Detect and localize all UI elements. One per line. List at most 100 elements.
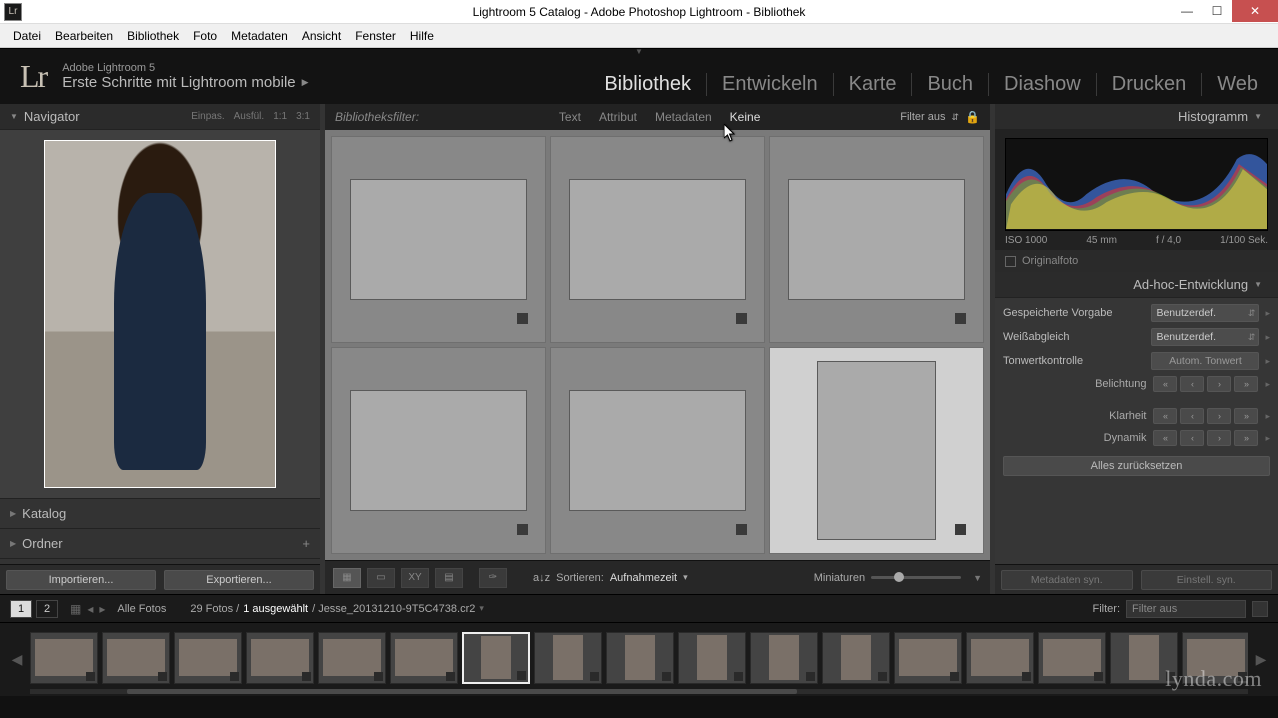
compare-view-icon[interactable]: XY xyxy=(401,568,429,588)
wb-arrow-icon[interactable]: ▸ xyxy=(1265,332,1270,343)
reset-all-button[interactable]: Alles zurücksetzen xyxy=(1003,456,1270,476)
filmstrip-item-7[interactable] xyxy=(534,632,602,684)
histogram-display[interactable] xyxy=(1005,138,1268,231)
filmstrip-item-6[interactable] xyxy=(462,632,530,684)
whitebalance-dropdown[interactable]: Benutzerdef. xyxy=(1151,328,1259,346)
nav-zoom-2[interactable]: 1:1 xyxy=(273,111,287,122)
navigator-header[interactable]: ▼ Navigator Einpas.Ausfül.1:13:1 xyxy=(0,104,320,130)
exposure-inc[interactable]: › xyxy=(1207,376,1231,392)
fwd-icon[interactable]: ▸ xyxy=(99,602,105,616)
vibrance-dec2[interactable]: « xyxy=(1153,430,1177,446)
grid-cell-5[interactable] xyxy=(769,347,984,554)
export-button[interactable]: Exportieren... xyxy=(164,570,314,590)
monitor-1-tab[interactable]: 1 xyxy=(10,600,32,618)
grid-cell-1[interactable] xyxy=(550,136,765,343)
vibrance-arrow-icon[interactable]: ▸ xyxy=(1265,433,1270,444)
filmstrip-scrollbar[interactable] xyxy=(30,689,1248,694)
grid-cell-3[interactable] xyxy=(331,347,546,554)
menu-fenster[interactable]: Fenster xyxy=(348,29,403,43)
filter-tab-text[interactable]: Text xyxy=(559,110,581,124)
grid-cell-0[interactable] xyxy=(331,136,546,343)
filmstrip-item-14[interactable] xyxy=(1038,632,1106,684)
preset-dropdown[interactable]: Benutzerdef. xyxy=(1151,304,1259,322)
vibrance-inc[interactable]: › xyxy=(1207,430,1231,446)
minimize-button[interactable]: — xyxy=(1172,0,1202,22)
panel-katalog[interactable]: ▶Katalog xyxy=(0,498,320,528)
lock-icon[interactable]: 🔒 xyxy=(965,110,980,124)
filmstrip-item-0[interactable] xyxy=(30,632,98,684)
grid-cell-4[interactable] xyxy=(550,347,765,554)
import-button[interactable]: Importieren... xyxy=(6,570,156,590)
filmstrip-item-8[interactable] xyxy=(606,632,674,684)
filmstrip-item-1[interactable] xyxy=(102,632,170,684)
menu-bearbeiten[interactable]: Bearbeiten xyxy=(48,29,120,43)
painter-icon[interactable]: ✑ xyxy=(479,568,507,588)
filmstrip-item-13[interactable] xyxy=(966,632,1034,684)
menu-foto[interactable]: Foto xyxy=(186,29,224,43)
thumbnail-size-slider[interactable] xyxy=(871,576,961,579)
exposure-dec2[interactable]: « xyxy=(1153,376,1177,392)
grid-cell-2[interactable] xyxy=(769,136,984,343)
sort-control[interactable]: a↓z Sortieren: Aufnahmezeit ▾ xyxy=(533,572,688,584)
tone-arrow-icon[interactable]: ▸ xyxy=(1265,356,1270,367)
exposure-inc2[interactable]: » xyxy=(1234,376,1258,392)
menu-bibliothek[interactable]: Bibliothek xyxy=(120,29,186,43)
sync-metadata-button[interactable]: Metadaten syn. xyxy=(1001,570,1133,590)
filmstrip-item-2[interactable] xyxy=(174,632,242,684)
filmstrip-left-nav[interactable]: ◀ xyxy=(10,630,24,690)
menu-datei[interactable]: Datei xyxy=(6,29,48,43)
original-photo-row[interactable]: Originalfoto xyxy=(995,250,1278,272)
clarity-dec[interactable]: ‹ xyxy=(1180,408,1204,424)
original-checkbox[interactable] xyxy=(1005,256,1016,267)
loupe-view-icon[interactable]: ▭ xyxy=(367,568,395,588)
sync-settings-button[interactable]: Einstell. syn. xyxy=(1141,570,1273,590)
filter-tab-attribut[interactable]: Attribut xyxy=(599,110,637,124)
filmstrip-item-3[interactable] xyxy=(246,632,314,684)
auto-tone-button[interactable]: Autom. Tonwert xyxy=(1151,352,1259,370)
menu-metadaten[interactable]: Metadaten xyxy=(224,29,295,43)
nav-zoom-0[interactable]: Einpas. xyxy=(191,111,224,122)
menu-ansicht[interactable]: Ansicht xyxy=(295,29,348,43)
filmstrip-item-10[interactable] xyxy=(750,632,818,684)
filter-tab-keine[interactable]: Keine xyxy=(730,110,761,124)
vibrance-dec[interactable]: ‹ xyxy=(1180,430,1204,446)
filter-tab-metadaten[interactable]: Metadaten xyxy=(655,110,712,124)
back-icon[interactable]: ◂ xyxy=(87,602,93,616)
module-entwickeln[interactable]: Entwickeln xyxy=(707,73,834,96)
clarity-inc2[interactable]: » xyxy=(1234,408,1258,424)
clarity-inc[interactable]: › xyxy=(1207,408,1231,424)
maximize-button[interactable]: ☐ xyxy=(1202,0,1232,22)
clarity-dec2[interactable]: « xyxy=(1153,408,1177,424)
toolbar-overflow-icon[interactable]: ▼ xyxy=(973,573,982,583)
module-diashow[interactable]: Diashow xyxy=(989,73,1097,96)
filmstrip-item-5[interactable] xyxy=(390,632,458,684)
filter-preset-dropdown[interactable]: Filter aus xyxy=(1126,600,1246,618)
module-buch[interactable]: Buch xyxy=(912,73,989,96)
exposure-dec[interactable]: ‹ xyxy=(1180,376,1204,392)
filter-preset-dropdown[interactable]: Filter aus xyxy=(900,111,945,123)
module-karte[interactable]: Karte xyxy=(834,73,913,96)
filmstrip-item-11[interactable] xyxy=(822,632,890,684)
histogram-header[interactable]: Histogramm ▼ xyxy=(995,104,1278,130)
sort-value[interactable]: Aufnahmezeit xyxy=(610,572,677,584)
panel-ordner[interactable]: ▶Ordner+ xyxy=(0,528,320,558)
exposure-arrow-icon[interactable]: ▸ xyxy=(1265,379,1270,390)
filmstrip-item-9[interactable] xyxy=(678,632,746,684)
module-bibliothek[interactable]: Bibliothek xyxy=(589,73,707,96)
adhoc-header[interactable]: Ad-hoc-Entwicklung ▼ xyxy=(995,272,1278,298)
breadcrumb[interactable]: Alle Fotos 29 Fotos / 1 ausgewählt / Jes… xyxy=(117,603,483,615)
menu-hilfe[interactable]: Hilfe xyxy=(403,29,441,43)
clarity-arrow-icon[interactable]: ▸ xyxy=(1265,411,1270,422)
filmstrip-item-12[interactable] xyxy=(894,632,962,684)
module-web[interactable]: Web xyxy=(1202,73,1258,96)
vibrance-inc2[interactable]: » xyxy=(1234,430,1258,446)
filter-menu-icon[interactable] xyxy=(1252,601,1268,617)
navigator-preview[interactable] xyxy=(0,130,320,498)
filmstrip-item-4[interactable] xyxy=(318,632,386,684)
nav-zoom-3[interactable]: 3:1 xyxy=(296,111,310,122)
monitor-2-tab[interactable]: 2 xyxy=(36,600,58,618)
collapse-top-icon[interactable]: ▼ xyxy=(635,47,643,56)
module-drucken[interactable]: Drucken xyxy=(1097,73,1202,96)
close-button[interactable]: ✕ xyxy=(1232,0,1278,22)
nav-zoom-1[interactable]: Ausfül. xyxy=(234,111,265,122)
